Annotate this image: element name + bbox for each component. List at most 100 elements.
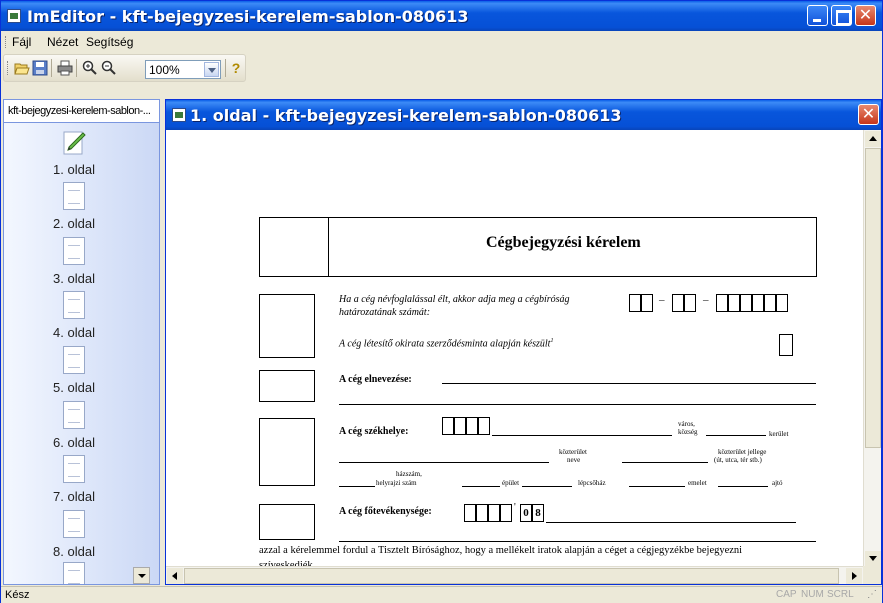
template-checkbox[interactable] — [779, 334, 793, 356]
print-icon[interactable] — [57, 60, 73, 76]
sidebar-item-page-3[interactable]: 3. oldal — [4, 237, 144, 286]
street-type-label: közterület jellege — [718, 448, 767, 456]
sidebar-item-page-5[interactable]: 5. oldal — [4, 346, 144, 395]
heading-left-cell — [259, 217, 329, 277]
activity-description-line[interactable] — [546, 522, 796, 523]
staircase-line[interactable] — [522, 486, 572, 487]
open-icon[interactable] — [14, 60, 30, 76]
city-label: város, — [678, 420, 695, 428]
request-text: azzal a kérelemmel fordul a Tisztelt Bír… — [259, 545, 743, 556]
activity-code-cell[interactable]: 0 — [520, 504, 532, 522]
postcode-cell[interactable] — [454, 417, 466, 435]
dash-separator: – — [659, 294, 665, 306]
building-line[interactable] — [462, 486, 500, 487]
court-number-cell[interactable] — [641, 294, 653, 312]
document-icon[interactable] — [172, 108, 186, 122]
page-label: 8. oldal — [53, 544, 95, 559]
q2-text: A cég létesítő okirata szerződésminta al… — [339, 338, 553, 349]
help-icon[interactable]: ? — [228, 60, 244, 76]
sidebar-item-page-8[interactable]: 8. oldal — [4, 510, 144, 559]
postcode-cell[interactable] — [466, 417, 478, 435]
save-icon[interactable] — [32, 60, 48, 76]
minimize-button[interactable] — [807, 5, 828, 26]
menu-file[interactable]: Fájl — [12, 35, 31, 49]
court-number-cell[interactable] — [752, 294, 764, 312]
maximize-button[interactable] — [831, 5, 852, 26]
activity-code-cell[interactable] — [488, 504, 500, 522]
activity-description-line-2[interactable] — [339, 541, 816, 542]
scroll-left-button[interactable] — [167, 568, 183, 584]
footnote-marker: 1 — [550, 338, 554, 344]
section-box-4 — [259, 504, 315, 540]
page-icon — [63, 346, 85, 374]
document-title-bar[interactable]: 1. oldal - kft-bejegyzesi-kerelem-sablon… — [166, 100, 881, 130]
page-icon — [63, 401, 85, 429]
close-button[interactable]: ✕ — [855, 5, 876, 26]
floor-line[interactable] — [629, 486, 685, 487]
company-name-line[interactable] — [442, 383, 816, 384]
city-line[interactable] — [492, 435, 672, 436]
activity-code-cell[interactable] — [476, 504, 488, 522]
postcode-cell[interactable] — [478, 417, 490, 435]
court-number-cell[interactable] — [728, 294, 740, 312]
document-title: 1. oldal - kft-bejegyzesi-kerelem-sablon… — [190, 106, 622, 125]
horizontal-scrollbar[interactable] — [166, 566, 863, 584]
resize-grip-icon[interactable]: ⋰ — [867, 589, 877, 600]
zoom-value: 100% — [149, 63, 180, 77]
court-number-cell[interactable] — [764, 294, 776, 312]
sidebar-item-page-6[interactable]: 6. oldal — [4, 401, 144, 450]
menu-help[interactable]: Segítség — [86, 35, 133, 49]
activity-code-cell[interactable]: 8 — [532, 504, 544, 522]
page-icon — [63, 182, 85, 210]
court-number-cell[interactable] — [629, 294, 641, 312]
activity-code-cell[interactable] — [500, 504, 512, 522]
scroll-down-button[interactable] — [865, 551, 881, 567]
title-bar[interactable]: ImEditor - kft-bejegyzesi-kerelem-sablon… — [1, 1, 882, 31]
sidebar-item-page-2[interactable]: 2. oldal — [4, 182, 144, 231]
vertical-scroll-thumb[interactable] — [865, 148, 881, 448]
section-box-2 — [259, 370, 315, 402]
activity-code-cell[interactable] — [464, 504, 476, 522]
app-icon[interactable] — [7, 9, 21, 23]
sidebar-header: kft-bejegyzesi-kerelem-sablon-... — [3, 99, 160, 123]
court-number-cell[interactable] — [672, 294, 684, 312]
toolbar-grip[interactable] — [7, 61, 9, 75]
horizontal-scroll-thumb[interactable] — [184, 568, 839, 584]
court-number-cell[interactable] — [684, 294, 696, 312]
court-number-cell[interactable] — [740, 294, 752, 312]
street-name-line[interactable] — [339, 462, 549, 463]
toolbar: 100% ? — [3, 54, 246, 82]
zoom-select[interactable]: 100% — [145, 60, 221, 79]
scroll-right-button[interactable] — [846, 568, 862, 584]
document-canvas[interactable]: Cégbejegyzési kérelem Ha a cég névfoglal… — [166, 130, 863, 568]
zoom-in-icon[interactable] — [82, 60, 98, 76]
door-line[interactable] — [718, 486, 768, 487]
postcode-cell[interactable] — [442, 417, 454, 435]
menu-view[interactable]: Nézet — [47, 35, 78, 49]
sidebar-item-page-7[interactable]: 7. oldal — [4, 455, 144, 504]
sidebar-item-page-9[interactable] — [4, 562, 144, 584]
chevron-down-icon[interactable] — [204, 62, 219, 77]
scroll-up-button[interactable] — [865, 131, 881, 147]
company-name-line-2[interactable] — [339, 404, 816, 405]
court-number-cell[interactable] — [776, 294, 788, 312]
district-line[interactable] — [706, 435, 766, 436]
page-icon — [63, 510, 85, 538]
window-title: ImEditor - kft-bejegyzesi-kerelem-sablon… — [27, 7, 469, 26]
menu-grip[interactable] — [5, 36, 7, 48]
vertical-scrollbar[interactable] — [863, 130, 881, 568]
zoom-out-icon[interactable] — [101, 60, 117, 76]
q1-text-2: határozatának számát: — [339, 307, 431, 318]
sidebar-item-page-4[interactable]: 4. oldal — [4, 291, 144, 340]
document-close-button[interactable]: ✕ — [858, 104, 879, 125]
sidebar-scroll-down-button[interactable] — [133, 567, 150, 584]
court-number-cell[interactable] — [716, 294, 728, 312]
street-type-example: (út, utca, tér stb.) — [714, 456, 762, 464]
house-number-line[interactable] — [339, 486, 375, 487]
page-label: 1. oldal — [53, 162, 95, 177]
section-box-1 — [259, 294, 315, 358]
door-label: ajtó — [772, 479, 783, 487]
q2-label: A cég létesítő okirata szerződésminta al… — [339, 338, 551, 350]
sidebar-item-page-1[interactable]: 1. oldal — [4, 128, 144, 177]
street-type-line[interactable] — [622, 462, 708, 463]
